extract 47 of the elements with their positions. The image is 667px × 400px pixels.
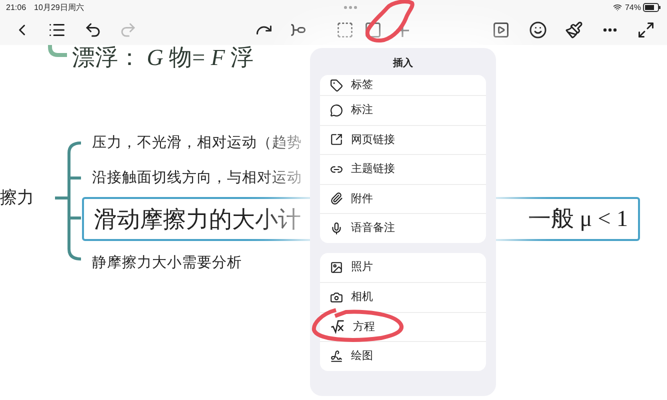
smile-button[interactable] — [527, 19, 549, 41]
undo-icon — [84, 21, 102, 39]
brush-button[interactable] — [563, 19, 585, 41]
battery-percent: 74% — [624, 2, 641, 14]
popover-title: 插入 — [392, 56, 414, 71]
speech-bubble-icon — [330, 104, 343, 117]
scribble-icon — [330, 350, 343, 363]
square-root-icon — [330, 319, 345, 334]
tag-icon — [330, 78, 343, 92]
status-time: 21:06 — [6, 2, 26, 14]
menu-item[interactable]: 标签 — [320, 75, 486, 95]
smile-icon — [529, 21, 547, 39]
menu-item[interactable]: 语音备注 — [320, 213, 486, 242]
status-date: 10月29日周六 — [34, 2, 84, 14]
expand-icon — [637, 21, 655, 39]
menu-item[interactable]: 标注 — [320, 95, 486, 124]
redo-icon — [119, 21, 137, 39]
multitask-dots-icon[interactable] — [344, 6, 357, 9]
menu-item[interactable]: 照片 — [320, 252, 486, 282]
battery-icon — [643, 3, 661, 12]
camera-icon — [330, 290, 343, 304]
menu-item[interactable]: 相机 — [320, 282, 486, 312]
subtopic-node[interactable]: 压力，不光滑，相对运动（趋势 — [90, 133, 304, 155]
microphone-icon — [330, 222, 343, 235]
play-icon — [492, 21, 510, 39]
dashed-square-icon — [336, 21, 354, 39]
menu-item[interactable]: 主题链接 — [320, 154, 486, 184]
menu-item[interactable]: 绘图 — [320, 341, 486, 370]
subtopic-node[interactable]: 静摩擦力大小需要分析 — [90, 253, 244, 275]
more-icon — [603, 28, 617, 32]
subtopic-icon — [289, 21, 307, 39]
brush-icon — [565, 21, 583, 39]
topic-node[interactable]: 擦力 — [0, 185, 34, 210]
paperclip-icon — [330, 192, 343, 206]
menu-item[interactable]: 方程 — [320, 312, 486, 341]
wifi-icon — [612, 3, 622, 12]
topic-text: 滑动摩擦力的大小计 — [94, 204, 301, 234]
square-icon — [364, 21, 382, 39]
external-link-icon — [330, 133, 343, 146]
menu-item[interactable]: 网页链接 — [320, 124, 486, 154]
branch-connector — [48, 45, 67, 57]
topic-text: 一般 μ < 1 — [528, 204, 628, 233]
subtopic-node[interactable]: 沿接触面切线方向，与相对运动 — [90, 168, 304, 190]
list-icon — [48, 21, 66, 39]
image-icon — [330, 260, 343, 274]
topic-node[interactable]: 漂浮： G 物= F 浮 — [72, 41, 254, 76]
menu-item[interactable]: 附件 — [320, 184, 486, 213]
